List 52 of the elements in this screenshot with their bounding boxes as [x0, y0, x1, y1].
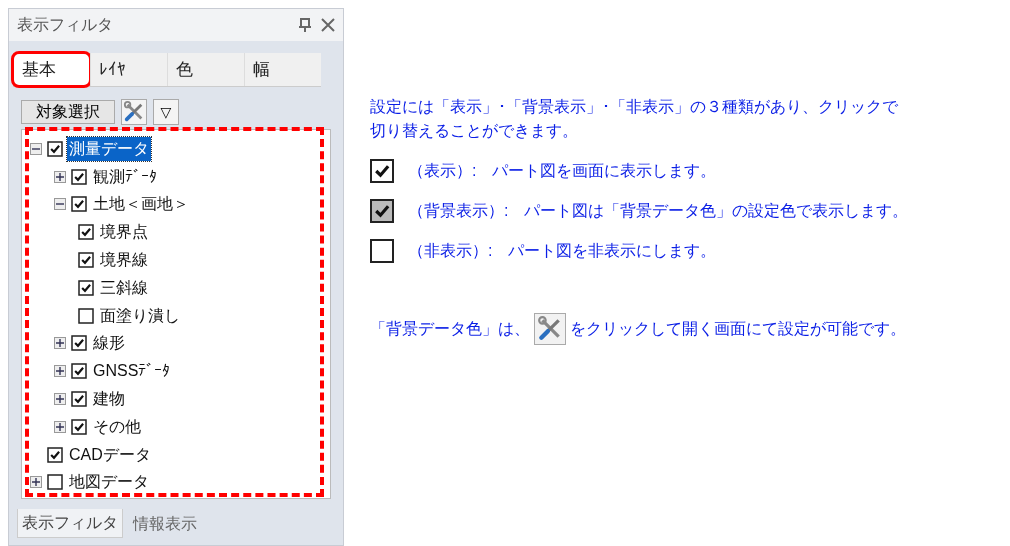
tree-item[interactable]: 線形: [91, 331, 127, 356]
expand-toggle[interactable]: [54, 337, 66, 350]
expand-toggle[interactable]: [54, 198, 66, 211]
tab[interactable]: 表示フィルタ: [17, 509, 123, 538]
wrench-icon: [123, 101, 145, 123]
checkbox[interactable]: [47, 140, 63, 157]
legend-text: （表示）: パート図を画面に表示します。: [408, 161, 717, 181]
tree-item[interactable]: その他: [91, 414, 143, 439]
expand-toggle[interactable]: [54, 393, 66, 406]
tree-item[interactable]: 建物: [91, 387, 127, 412]
checkbox[interactable]: [71, 335, 87, 352]
checkbox[interactable]: [47, 474, 63, 491]
tree-item[interactable]: CADデータ: [67, 442, 153, 467]
tree-item[interactable]: 境界点: [98, 220, 150, 245]
close-icon[interactable]: [321, 18, 335, 32]
tab[interactable]: 基本: [13, 53, 90, 86]
tree-item[interactable]: 三斜線: [98, 275, 150, 300]
tree-item[interactable]: 観測ﾃﾞｰﾀ: [91, 164, 159, 189]
filter-button[interactable]: ▽: [153, 99, 179, 125]
checkbox[interactable]: [71, 391, 87, 408]
tree-item[interactable]: 地図データ: [67, 470, 151, 495]
expand-toggle[interactable]: [30, 476, 42, 489]
pin-icon[interactable]: [299, 18, 311, 32]
note-text: 「背景データ色」は、: [370, 319, 530, 339]
select-target-button[interactable]: 対象選択: [21, 100, 115, 124]
legend-text: （背景表示）: パート図は「背景データ色」の設定色で表示します。: [408, 201, 909, 221]
checkbox[interactable]: [78, 252, 94, 269]
settings-button-icon: [534, 313, 566, 345]
checkbox[interactable]: [71, 168, 87, 185]
description-text: 切り替えることができます。: [370, 121, 579, 141]
legend-text: （非表示）: パート図を非表示にします。: [408, 241, 717, 261]
checkbox[interactable]: [71, 363, 87, 380]
note-text: をクリックして開く画面にて設定が可能です。: [570, 319, 906, 339]
settings-button[interactable]: [121, 99, 147, 125]
expand-toggle[interactable]: [54, 420, 66, 433]
checkbox[interactable]: [78, 307, 94, 324]
checkbox[interactable]: [71, 196, 87, 213]
expand-toggle[interactable]: [54, 365, 66, 378]
checkbox[interactable]: [78, 279, 94, 296]
tree-item[interactable]: 土地＜画地＞: [91, 192, 191, 217]
tree-item[interactable]: 測量データ: [67, 136, 151, 161]
checkbox[interactable]: [71, 418, 87, 435]
expand-toggle[interactable]: [54, 170, 66, 183]
checkbox[interactable]: [78, 224, 94, 241]
tree-item[interactable]: GNSSﾃﾞｰﾀ: [91, 359, 173, 384]
tab[interactable]: 情報表示: [129, 509, 201, 538]
panel-title: 表示フィルタ: [17, 15, 113, 35]
tree-item[interactable]: 面塗り潰し: [98, 303, 182, 328]
description-text: 設定には「表示」･「背景表示」･「非表示」の３種類があり、クリックで: [370, 97, 899, 117]
checkbox[interactable]: [47, 446, 63, 463]
expand-toggle[interactable]: [30, 142, 42, 155]
tree-item[interactable]: 境界線: [98, 248, 150, 273]
